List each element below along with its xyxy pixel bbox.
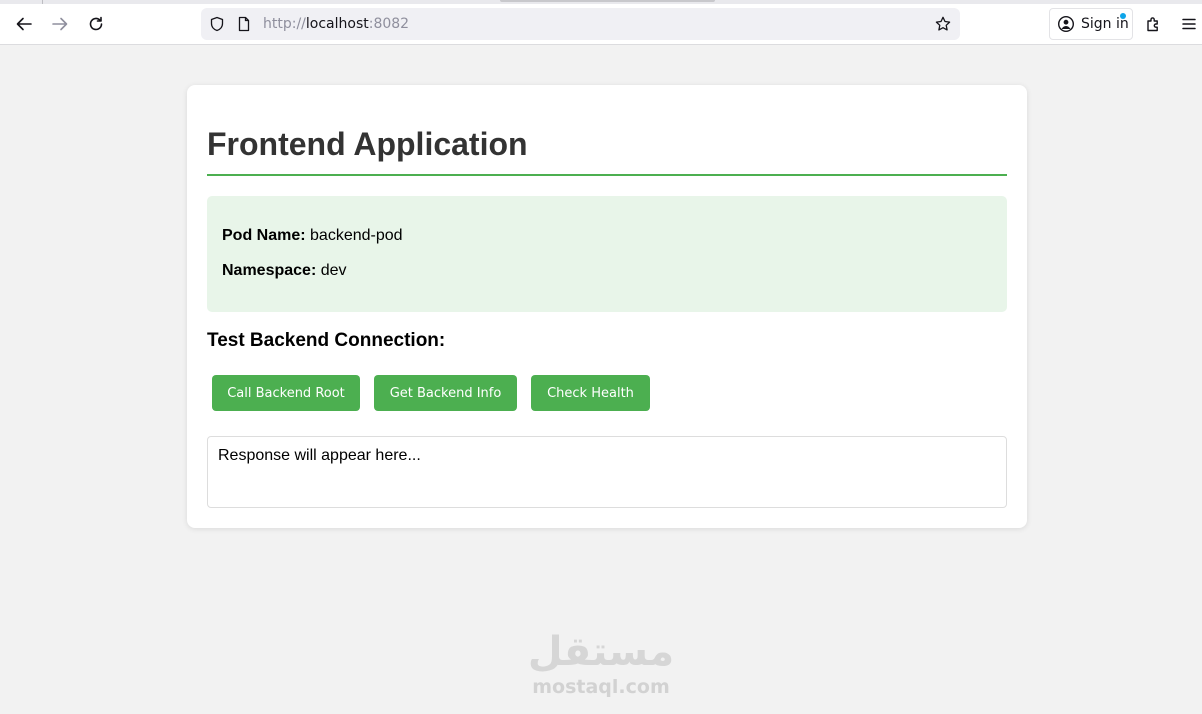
arrow-right-icon <box>52 17 68 31</box>
url-port: :8082 <box>368 16 410 32</box>
pod-name-value: backend-pod <box>310 227 403 244</box>
puzzle-icon <box>1147 17 1158 32</box>
account-icon <box>1057 15 1075 33</box>
watermark-logo: مستقل <box>527 629 675 675</box>
pod-name-row: Pod Name: backend-pod <box>222 226 992 246</box>
address-bar[interactable]: http://localhost:8082 <box>201 8 960 40</box>
namespace-value: dev <box>320 262 347 279</box>
reload-button[interactable] <box>80 8 112 40</box>
app-card: Frontend Application Pod Name: backend-p… <box>187 85 1027 528</box>
url-host: localhost <box>305 16 369 32</box>
app-menu-button[interactable] <box>1173 8 1202 40</box>
pod-info-panel: Pod Name: backend-pod Namespace: dev <box>207 196 1007 312</box>
response-box: Response will appear here... <box>207 436 1007 508</box>
page-title: Frontend Application <box>207 125 1007 176</box>
active-tab-indicator <box>500 0 715 2</box>
sign-in-button[interactable]: Sign in <box>1049 8 1133 40</box>
url-text[interactable]: http://localhost:8082 <box>263 16 409 32</box>
pod-name-label: Pod Name: <box>222 227 306 244</box>
test-connection-heading: Test Backend Connection: <box>207 330 446 351</box>
shield-icon[interactable] <box>208 15 226 33</box>
get-backend-info-button[interactable]: Get Backend Info <box>374 375 517 411</box>
reload-icon <box>89 16 103 31</box>
hamburger-menu-icon <box>1182 18 1196 30</box>
call-backend-root-button[interactable]: Call Backend Root <box>212 375 360 411</box>
extensions-button[interactable] <box>1138 8 1170 40</box>
watermark-text: mostaql.com <box>532 676 670 698</box>
browser-toolbar: http://localhost:8082 Sign in <box>0 4 1202 45</box>
notification-dot <box>1120 13 1126 19</box>
back-button[interactable] <box>8 8 40 40</box>
arrow-left-icon <box>16 17 32 31</box>
star-icon[interactable] <box>934 15 952 33</box>
namespace-label: Namespace: <box>222 262 317 279</box>
forward-button[interactable] <box>44 8 76 40</box>
namespace-row: Namespace: dev <box>222 261 992 281</box>
page-icon[interactable] <box>235 15 253 33</box>
check-health-button[interactable]: Check Health <box>531 375 650 411</box>
url-scheme: http:// <box>263 16 306 32</box>
